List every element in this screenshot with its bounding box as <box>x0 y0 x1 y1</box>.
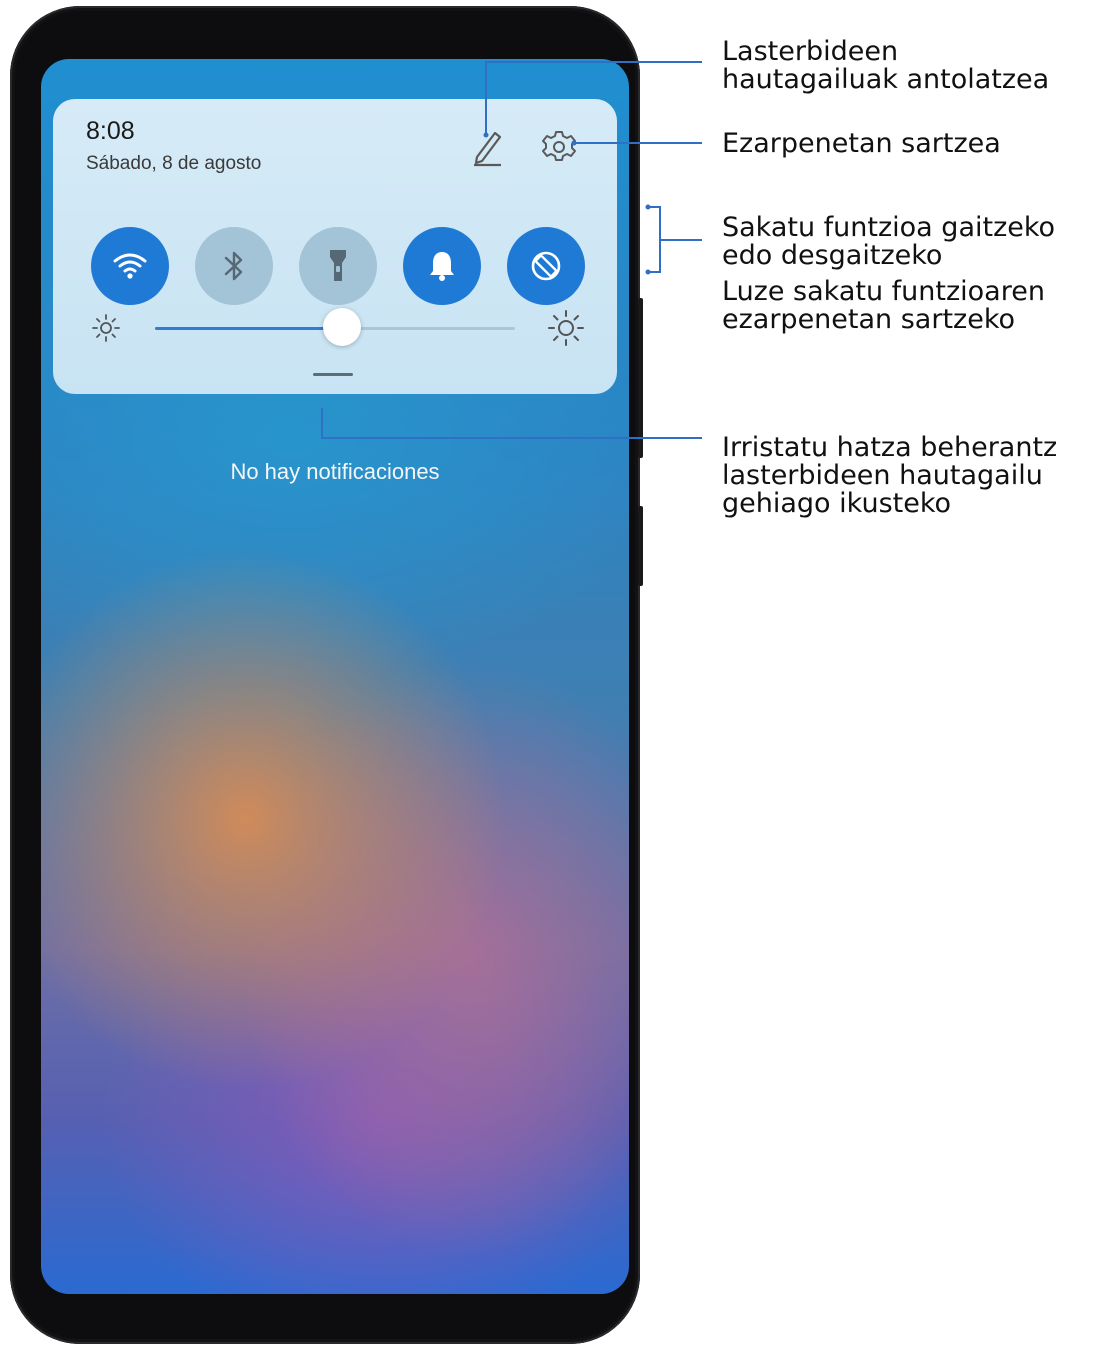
callout-edit-line-1: Lasterbideen <box>722 36 899 67</box>
callout-swipe-line-2: lasterbideen hautagailu <box>722 460 1043 491</box>
callout-tap-toggle: Sakatu funtzioa gaitzeko edo desgaitzeko <box>722 214 1055 270</box>
callout-lines <box>321 61 702 439</box>
callout-open-settings: Ezarpenetan sartzea <box>722 128 1001 159</box>
callout-tap-line-1: Sakatu funtzioa gaitzeko <box>722 212 1056 243</box>
callout-edit-line-2: hautagailuak antolatzea <box>722 64 1050 95</box>
callout-long-line-2: ezarpenetan sartzeko <box>722 304 1016 335</box>
callout-long-press: Luze sakatu funtzioaren ezarpenetan sart… <box>722 278 1045 334</box>
callout-swipe-line-1: Irristatu hatza beherantz <box>722 432 1058 463</box>
callout-edit-shortcuts: Lasterbideen hautagailuak antolatzea <box>722 38 1049 94</box>
callout-swipe-down: Irristatu hatza beherantz lasterbideen h… <box>722 434 1057 518</box>
callout-swipe-line-3: gehiago ikusteko <box>722 488 952 519</box>
callout-long-line-1: Luze sakatu funtzioaren <box>722 276 1045 307</box>
callout-tap-line-2: edo desgaitzeko <box>722 240 943 271</box>
